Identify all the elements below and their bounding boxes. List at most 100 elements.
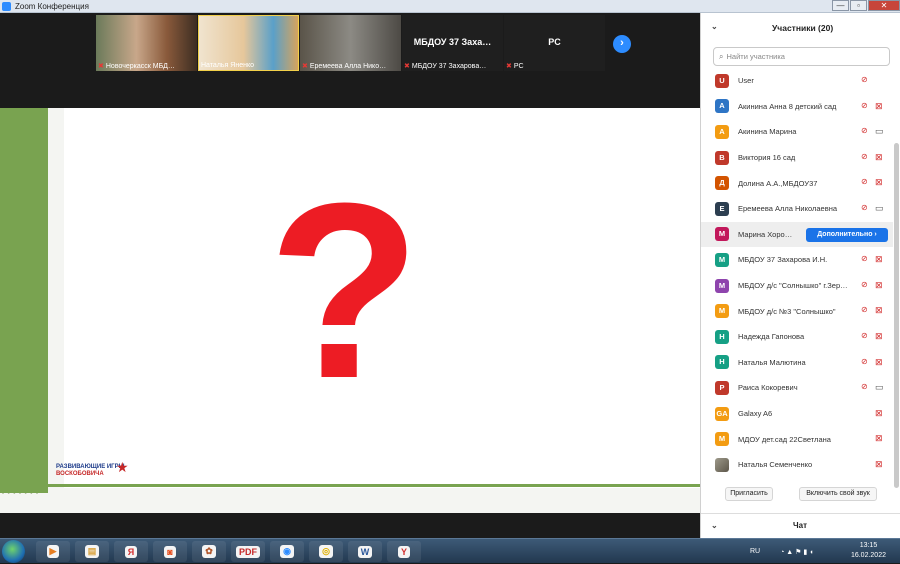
mic-muted-icon: ✖ xyxy=(98,63,104,70)
taskbar-app-button[interactable]: Y xyxy=(387,541,421,562)
participant-row[interactable]: GA Galaxy A6 ⊠ xyxy=(701,401,893,427)
camera-icon: ▭ xyxy=(875,382,884,393)
app-icon: ▤ xyxy=(84,545,100,558)
logo-star-icon: ★ xyxy=(116,459,129,475)
participant-name: Долина А.А.,МБДОУ37 xyxy=(738,178,818,188)
chat-label: Чат xyxy=(793,521,807,530)
search-icon: ⌕ xyxy=(719,51,724,61)
camera-off-icon: ⊠ xyxy=(875,254,883,265)
camera-off-icon: ⊠ xyxy=(875,151,883,162)
participant-name: User xyxy=(738,76,754,86)
chevron-down-icon[interactable]: ⌄ xyxy=(711,22,718,31)
app-icon: ✿ xyxy=(202,545,216,558)
mic-muted-icon: ⊘ xyxy=(861,75,868,84)
participant-list: U User ⊘ A Акинина Анна 8 детский сад ⊘ ⊠ A Акин… xyxy=(701,68,893,493)
taskbar-app-button[interactable]: ◉ xyxy=(270,541,304,562)
participant-name: Виктория 16 сад xyxy=(738,153,796,163)
thumbnail-name: PC xyxy=(513,62,524,70)
participant-row[interactable]: Наталья Семенченко ⊠ xyxy=(701,452,893,478)
participant-row[interactable]: A Акинина Марина ⊘ ▭ xyxy=(701,119,893,145)
mic-muted-icon: ⊘ xyxy=(861,100,868,110)
video-thumbnail[interactable]: ✖ Новочеркасск МБД… xyxy=(96,15,197,71)
participant-name: Galaxy A6 xyxy=(738,409,773,419)
participant-row[interactable]: Д Долина А.А.,МБДОУ37 ⊘ ⊠ xyxy=(701,170,893,196)
window-title: Zoom Конференция xyxy=(15,1,89,11)
participant-name: Наталья Малютина xyxy=(738,357,806,367)
app-icon: Y xyxy=(397,545,410,558)
start-button[interactable] xyxy=(2,540,25,563)
participant-row[interactable]: P Раиса Кокоревич ⊘ ▭ xyxy=(701,375,893,401)
video-thumbnail[interactable]: Наталья Яненко xyxy=(198,15,299,71)
thumbnail-name: Наталья Яненко xyxy=(201,62,254,69)
video-thumbnail[interactable]: PC ✖ PC xyxy=(504,15,605,71)
close-button[interactable]: ✕ xyxy=(868,0,900,11)
avatar: B xyxy=(715,150,729,165)
taskbar-app-button[interactable]: ▤ xyxy=(75,541,109,562)
participant-name: МБДОУ д/с №3 "Солнышко" xyxy=(738,306,836,316)
participant-row[interactable]: M МБДОУ д/с №3 "Солнышко" ⊘ ⊠ xyxy=(701,298,893,324)
video-thumbnail[interactable]: ✖ Еремеева Алла Нико… xyxy=(300,15,401,71)
meeting-area: ✖ Новочеркасск МБД… Наталья Яненко ✖ Ереме… xyxy=(0,13,700,538)
video-thumbnail[interactable]: МБДОУ 37 Заха… ✖ МБДОУ 37 Захарова… xyxy=(402,15,503,71)
camera-off-icon: ⊠ xyxy=(875,100,883,111)
avatar: M xyxy=(715,252,729,267)
next-thumbnails-button[interactable]: › xyxy=(613,35,631,53)
participant-name: Еремеева Алла Николаевна xyxy=(738,204,838,214)
voskobovich-logo: РАЗВИВАЮЩИЕ ИГРЫ ВОСКОБОВИЧА xyxy=(56,464,125,477)
minimize-button[interactable]: — xyxy=(832,0,849,11)
avatar xyxy=(715,457,729,472)
taskbar-app-button[interactable]: PDF xyxy=(231,541,265,562)
clock[interactable]: 13:15 16.02.2022 xyxy=(851,541,886,561)
shared-screen: ? РАЗВИВАЮЩИЕ ИГРЫ ВОСКОБОВИЧА ★ - - - -… xyxy=(0,108,700,513)
slide-footer-marks: - - - - - - - xyxy=(2,491,39,497)
participant-row[interactable]: M МБДОУ д/с "Солнышко" г.Зер… ⊘ ⊠ xyxy=(701,273,893,299)
participant-name: Акинина Анна 8 детский сад xyxy=(738,101,837,111)
invite-button[interactable]: Пригласить xyxy=(725,487,773,501)
app-icon: W xyxy=(357,545,373,558)
camera-off-icon: ⊠ xyxy=(875,407,883,418)
taskbar-app-button[interactable]: ✿ xyxy=(192,541,226,562)
participant-row[interactable]: M Марина Хоро… Дополнительно › xyxy=(701,221,893,248)
participant-search-input[interactable]: ⌕ Найти участника xyxy=(713,47,890,66)
participant-name: Акинина Марина xyxy=(738,127,797,137)
avatar: GA xyxy=(715,406,729,421)
participant-name: МДОУ дет.сад 22Светлана xyxy=(738,434,831,444)
participant-list-scrollbar[interactable] xyxy=(894,143,899,488)
participant-row[interactable]: U User ⊘ xyxy=(701,68,893,94)
mic-muted-icon: ⊘ xyxy=(861,126,868,136)
chat-section[interactable]: ⌄ Чат xyxy=(701,513,900,538)
camera-off-icon: ⊠ xyxy=(875,177,883,188)
more-options-button[interactable]: Дополнительно › xyxy=(806,227,888,242)
taskbar-app-button[interactable]: ◎ xyxy=(309,541,343,562)
participant-row[interactable]: B Виктория 16 сад ⊘ ⊠ xyxy=(701,145,893,171)
participant-row[interactable]: E Еремеева Алла Николаевна ⊘ ▭ xyxy=(701,196,893,222)
chevron-down-icon[interactable]: ⌄ xyxy=(711,521,718,530)
maximize-button[interactable]: ▫ xyxy=(850,0,867,11)
taskbar-app-button[interactable]: ◙ xyxy=(153,541,187,562)
camera-off-icon: ⊠ xyxy=(875,330,883,341)
taskbar-app-button[interactable]: ▶ xyxy=(36,541,70,562)
camera-off-icon: ⊠ xyxy=(875,279,883,290)
avatar: P xyxy=(715,380,729,395)
search-placeholder: Найти участника xyxy=(726,52,785,61)
thumbnail-big-name: МБДОУ 37 Заха… xyxy=(413,37,492,47)
taskbar-app-button[interactable]: Я xyxy=(114,541,148,562)
windows-taskbar: ▶ ▤ Я ◙ ✿ PDF ◉ ◎ W Y RU ◔ ▲ ⚑ ▮ ◖ 13:15 16.02.20… xyxy=(0,538,900,563)
participant-row[interactable]: A Акинина Анна 8 детский сад ⊘ ⊠ xyxy=(701,94,893,120)
unmute-button[interactable]: Включить свой звук xyxy=(799,487,877,501)
participant-name: Наталья Семенченко xyxy=(738,460,813,470)
participant-row[interactable]: M МБДОУ 37 Захарова И.Н. ⊘ ⊠ xyxy=(701,247,893,273)
camera-off-icon: ⊠ xyxy=(875,305,883,316)
avatar: A xyxy=(715,99,729,114)
participant-row[interactable]: H Наталья Малютина ⊘ ⊠ xyxy=(701,350,893,376)
thumbnail-name: Еремеева Алла Нико… xyxy=(309,62,387,70)
mic-muted-icon: ✖ xyxy=(404,63,410,70)
participant-row[interactable]: M МДОУ дет.сад 22Светлана ⊠ xyxy=(701,426,893,452)
mic-muted-icon: ⊘ xyxy=(861,305,868,315)
thumbnail-name: МБДОУ 37 Захарова… xyxy=(411,62,487,70)
tray-icons[interactable]: ◔ ▲ ⚑ ▮ ◖ xyxy=(780,548,813,556)
language-indicator[interactable]: RU xyxy=(750,548,760,555)
avatar: A xyxy=(715,124,729,139)
taskbar-app-button[interactable]: W xyxy=(348,541,382,562)
participant-row[interactable]: H Надежда Гапонова ⊘ ⊠ xyxy=(701,324,893,350)
